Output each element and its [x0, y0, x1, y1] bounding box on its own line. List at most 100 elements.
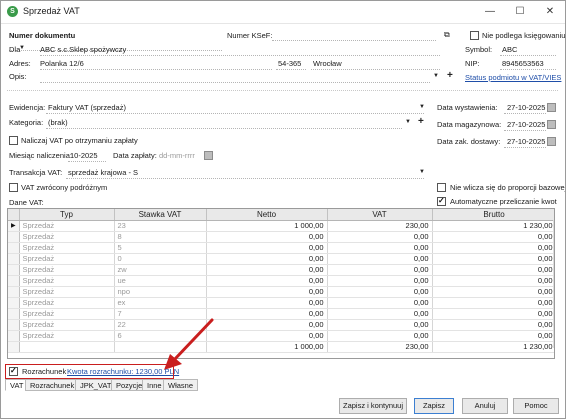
vat-zwrocony-checkbox[interactable]: [9, 183, 18, 192]
naliczaj-vat-checkbox[interactable]: [9, 136, 18, 145]
cancel-button[interactable]: Anuluj: [462, 398, 508, 414]
copy-icon[interactable]: ⧉: [444, 30, 450, 40]
cell-vat[interactable]: 0,00: [327, 286, 433, 298]
cell-vat[interactable]: 0,00: [327, 242, 433, 254]
cell-netto[interactable]: 0,00: [206, 286, 328, 298]
table-row[interactable]: ▶ Sprzedaż 23 1 000,00 230,00 1 230,00: [8, 220, 554, 232]
table-row[interactable]: Sprzedaż 22 0,00 0,00 0,00: [8, 319, 554, 331]
data-zaplaty-calendar-icon[interactable]: [204, 151, 213, 160]
opis-field[interactable]: [40, 72, 430, 83]
symbol-field[interactable]: [500, 45, 556, 56]
data-magazynowa-field[interactable]: [504, 119, 546, 131]
table-row[interactable]: Sprzedaż 8 0,00 0,00 0,00: [8, 231, 554, 243]
table-row[interactable]: Sprzedaż zw 0,00 0,00 0,00: [8, 264, 554, 276]
vat-status-link[interactable]: Status podmiotu w VAT/VIES: [465, 73, 561, 82]
cell-brutto[interactable]: 0,00: [432, 297, 554, 309]
cell-typ[interactable]: Sprzedaż: [19, 319, 115, 331]
postal-code-field[interactable]: [276, 59, 306, 70]
cell-vat[interactable]: 0,00: [327, 253, 433, 265]
cell-vat[interactable]: 0,00: [327, 231, 433, 243]
cell-vat[interactable]: 0,00: [327, 297, 433, 309]
table-row[interactable]: Sprzedaż 5 0,00 0,00 0,00: [8, 242, 554, 254]
row-indicator[interactable]: [8, 330, 20, 342]
ewidencja-select[interactable]: [46, 103, 424, 114]
cell-typ[interactable]: Sprzedaż: [19, 231, 115, 243]
cell-vat[interactable]: 0,00: [327, 264, 433, 276]
cell-netto[interactable]: 0,00: [206, 330, 328, 342]
cell-netto[interactable]: 0,00: [206, 253, 328, 265]
dla-dropdown-icon[interactable]: ▼: [19, 45, 25, 51]
cell-typ[interactable]: Sprzedaż: [19, 297, 115, 309]
nip-field[interactable]: [500, 59, 556, 70]
opis-dropdown-icon[interactable]: ▼: [433, 73, 439, 79]
maximize-button[interactable]: ☐: [508, 3, 532, 21]
data-zaplaty-field[interactable]: dd-mm-rrrr: [159, 151, 195, 160]
customer-name-field[interactable]: [40, 45, 440, 56]
cell-typ[interactable]: Sprzedaż: [19, 286, 115, 298]
transakcja-dropdown-icon[interactable]: ▼: [419, 169, 425, 175]
kategoria-dropdown-icon[interactable]: ▼: [405, 119, 411, 125]
cell-brutto[interactable]: 0,00: [432, 308, 554, 320]
city-field[interactable]: [311, 59, 440, 70]
cell-vat[interactable]: 0,00: [327, 308, 433, 320]
cell-stawka[interactable]: ex: [114, 297, 207, 309]
row-indicator[interactable]: [8, 308, 20, 320]
data-wystawienia-field[interactable]: [504, 102, 546, 114]
table-row[interactable]: Sprzedaż 0 0,00 0,00 0,00: [8, 253, 554, 265]
column-header-vat[interactable]: VAT: [327, 209, 433, 221]
minimize-button[interactable]: —: [478, 3, 502, 21]
cell-stawka[interactable]: zw: [114, 264, 207, 276]
cell-typ[interactable]: Sprzedaż: [19, 330, 115, 342]
data-magazynowa-calendar-icon[interactable]: [547, 120, 556, 129]
table-row[interactable]: Sprzedaż 6 0,00 0,00 0,00: [8, 330, 554, 342]
cell-netto[interactable]: 0,00: [206, 308, 328, 320]
row-indicator[interactable]: [8, 319, 20, 331]
cell-brutto[interactable]: 0,00: [432, 253, 554, 265]
cell-vat[interactable]: 230,00: [327, 220, 433, 232]
opis-add-icon[interactable]: +: [447, 71, 453, 81]
cell-typ[interactable]: Sprzedaż: [19, 308, 115, 320]
row-indicator[interactable]: [8, 231, 20, 243]
ewidencja-dropdown-icon[interactable]: ▼: [419, 104, 425, 110]
close-button[interactable]: ✕: [538, 3, 562, 21]
row-indicator[interactable]: [8, 297, 20, 309]
cell-brutto[interactable]: 0,00: [432, 264, 554, 276]
cell-stawka[interactable]: npo: [114, 286, 207, 298]
table-row[interactable]: Sprzedaż ue 0,00 0,00 0,00: [8, 275, 554, 287]
column-header-brutto[interactable]: Brutto: [432, 209, 554, 221]
column-header-netto[interactable]: Netto: [206, 209, 328, 221]
cell-brutto[interactable]: 0,00: [432, 231, 554, 243]
table-row[interactable]: Sprzedaż npo 0,00 0,00 0,00: [8, 286, 554, 298]
cell-stawka[interactable]: 8: [114, 231, 207, 243]
cell-stawka[interactable]: ue: [114, 275, 207, 287]
auto-przelicz-checkbox[interactable]: [437, 196, 446, 206]
row-indicator[interactable]: [8, 275, 20, 287]
cell-typ[interactable]: Sprzedaż: [19, 275, 115, 287]
cell-brutto[interactable]: 0,00: [432, 319, 554, 331]
data-zak-dostawy-field[interactable]: [504, 136, 546, 148]
cell-netto[interactable]: 0,00: [206, 264, 328, 276]
data-zak-dostawy-calendar-icon[interactable]: [547, 137, 556, 146]
cell-stawka[interactable]: 0: [114, 253, 207, 265]
cell-typ[interactable]: Sprzedaż: [19, 253, 115, 265]
cell-brutto[interactable]: 0,00: [432, 286, 554, 298]
cell-netto[interactable]: 0,00: [206, 297, 328, 309]
cell-typ[interactable]: Sprzedaż: [19, 242, 115, 254]
cell-netto[interactable]: 0,00: [206, 231, 328, 243]
row-indicator[interactable]: [8, 242, 20, 254]
cell-typ[interactable]: Sprzedaż: [19, 220, 115, 232]
not-booked-checkbox[interactable]: [470, 31, 479, 40]
cell-netto[interactable]: 0,00: [206, 275, 328, 287]
table-row[interactable]: Sprzedaż ex 0,00 0,00 0,00: [8, 297, 554, 309]
miesiac-naliczenia-field[interactable]: [68, 151, 106, 162]
row-indicator[interactable]: [8, 264, 20, 276]
cell-netto[interactable]: 1 000,00: [206, 220, 328, 232]
cell-vat[interactable]: 0,00: [327, 330, 433, 342]
row-indicator[interactable]: [8, 253, 20, 265]
save-button[interactable]: Zapisz: [414, 398, 454, 414]
cell-brutto[interactable]: 0,00: [432, 242, 554, 254]
tab-rozrachunek[interactable]: Rozrachunek: [25, 379, 80, 391]
street-field[interactable]: [40, 59, 272, 70]
tab-wlasne[interactable]: Własne: [163, 379, 199, 391]
help-button[interactable]: Pomoc: [513, 398, 559, 414]
